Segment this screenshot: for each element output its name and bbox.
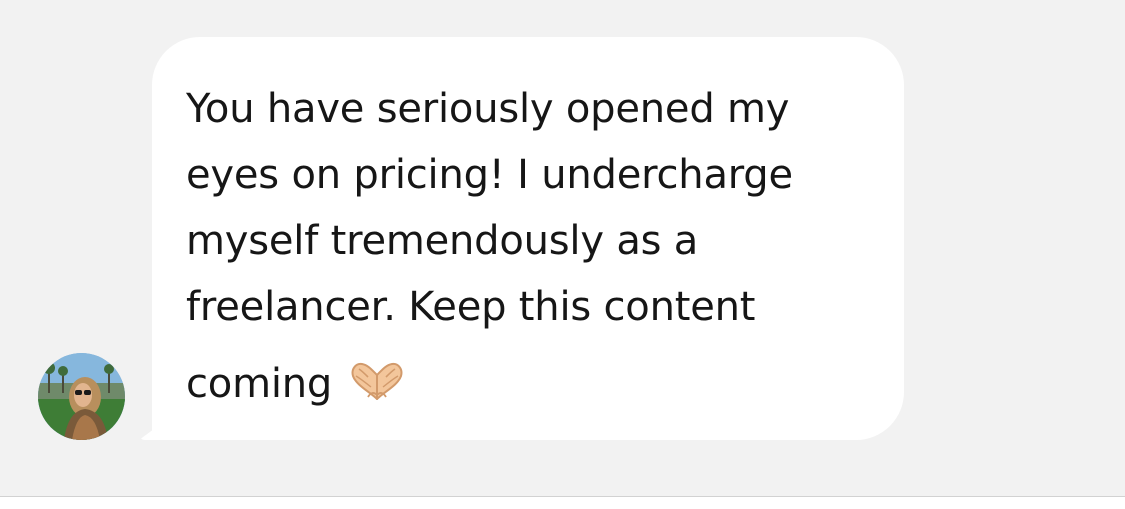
avatar[interactable]: [38, 353, 125, 440]
message-text: You have seriously opened my eyes on pri…: [186, 76, 886, 423]
message-line: eyes on pricing! I undercharge: [186, 152, 793, 198]
message-line: myself tremendously as a: [186, 218, 699, 264]
message-line: You have seriously opened my: [186, 86, 790, 132]
avatar-photo: [38, 353, 125, 440]
message-line: coming: [186, 361, 333, 407]
bottom-strip: [0, 497, 1125, 509]
heart-hands-emoji-icon: [344, 357, 410, 423]
chat-area: You have seriously opened my eyes on pri…: [0, 0, 1125, 496]
message-line-last: coming: [186, 351, 886, 423]
message-line: freelancer. Keep this content: [186, 284, 756, 330]
